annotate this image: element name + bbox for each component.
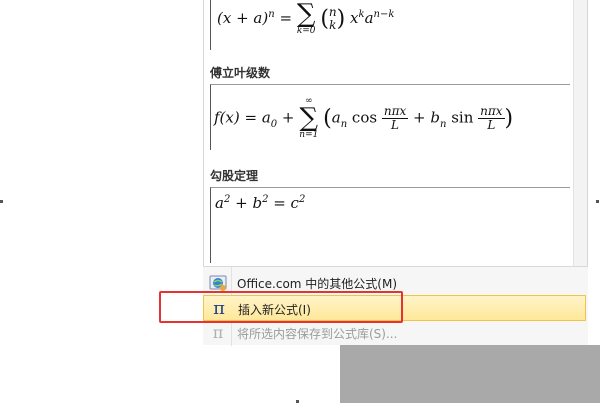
gallery-scrollbar[interactable] [573,0,587,266]
page-marker [0,200,3,203]
equation-fourier[interactable]: f(x) = a0 + ∞ ∑ n=1 (an cos nπx L + bn si… [210,84,570,150]
equation-pythagoras[interactable]: a2 + b2 = c2 [210,187,570,263]
menu-item-label: Office.com 中的其他公式(M) [237,277,398,291]
document-page-right [588,0,600,345]
equation-binomial[interactable]: (x + a)n = ∑ k=0 (n k) xkan−k [210,0,570,50]
document-page-left [0,0,203,403]
menu-item-label: 将所选内容保存到公式库(S)... [237,327,398,341]
document-background [340,345,600,403]
save-equation-icon: π [212,323,224,342]
annotation-highlight-box [159,291,403,323]
page-marker [596,200,599,203]
office-globe-icon [209,274,227,292]
section-title-pythagoras: 勾股定理 [210,169,259,183]
menu-item-save-selection-to-gallery[interactable]: π 将所选内容保存到公式库(S)... [203,320,586,346]
section-title-fourier: 傅立叶级数 [210,66,271,80]
